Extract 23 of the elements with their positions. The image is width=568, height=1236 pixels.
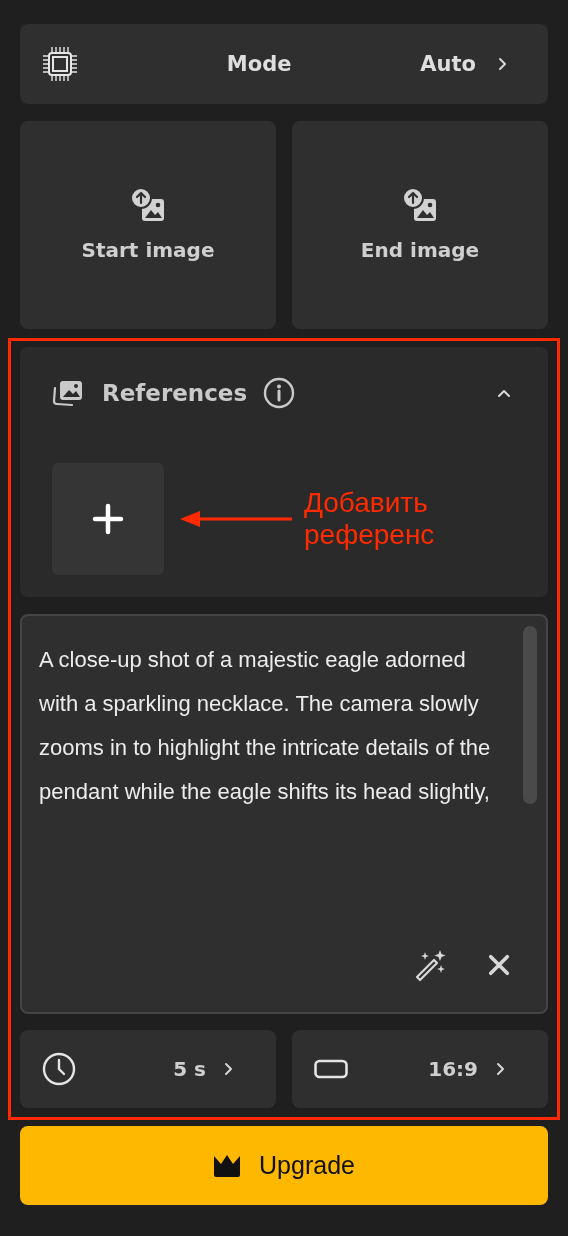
image-upload-slot[interactable]: Start image — [20, 121, 276, 329]
clear-button[interactable] — [488, 954, 510, 976]
info-icon[interactable] — [263, 377, 296, 409]
references-title: References — [102, 380, 248, 406]
magic-wand-icon — [414, 948, 448, 982]
mode-selector[interactable]: Mode Auto — [20, 24, 548, 104]
annotation-text: Добавить референс — [304, 486, 436, 552]
image-upload-slot[interactable]: End image — [292, 121, 548, 329]
upgrade-button[interactable]: Upgrade — [20, 1126, 548, 1205]
image-upload-icon — [131, 188, 165, 222]
rectangle-icon — [314, 1059, 348, 1079]
scrollbar[interactable] — [523, 626, 537, 804]
magic-wand-button[interactable] — [414, 948, 448, 982]
chip-icon — [42, 46, 78, 82]
prompt-field[interactable]: A close-up shot of a majestic eagle adorned with a sparkling necklace. The camera slowly zooms in to highlight the intricate details of the pendant while the eagle shifts its head slightly, — [20, 614, 548, 1014]
aspect-ratio-selector[interactable]: 16:9 — [292, 1030, 548, 1108]
image-upload-icon — [403, 188, 437, 222]
clock-icon — [42, 1052, 76, 1086]
plus-icon — [92, 503, 124, 535]
crown-icon — [213, 1153, 242, 1178]
images-icon — [52, 379, 84, 407]
duration-selector[interactable]: 5 s — [20, 1030, 276, 1108]
close-icon — [488, 954, 510, 976]
